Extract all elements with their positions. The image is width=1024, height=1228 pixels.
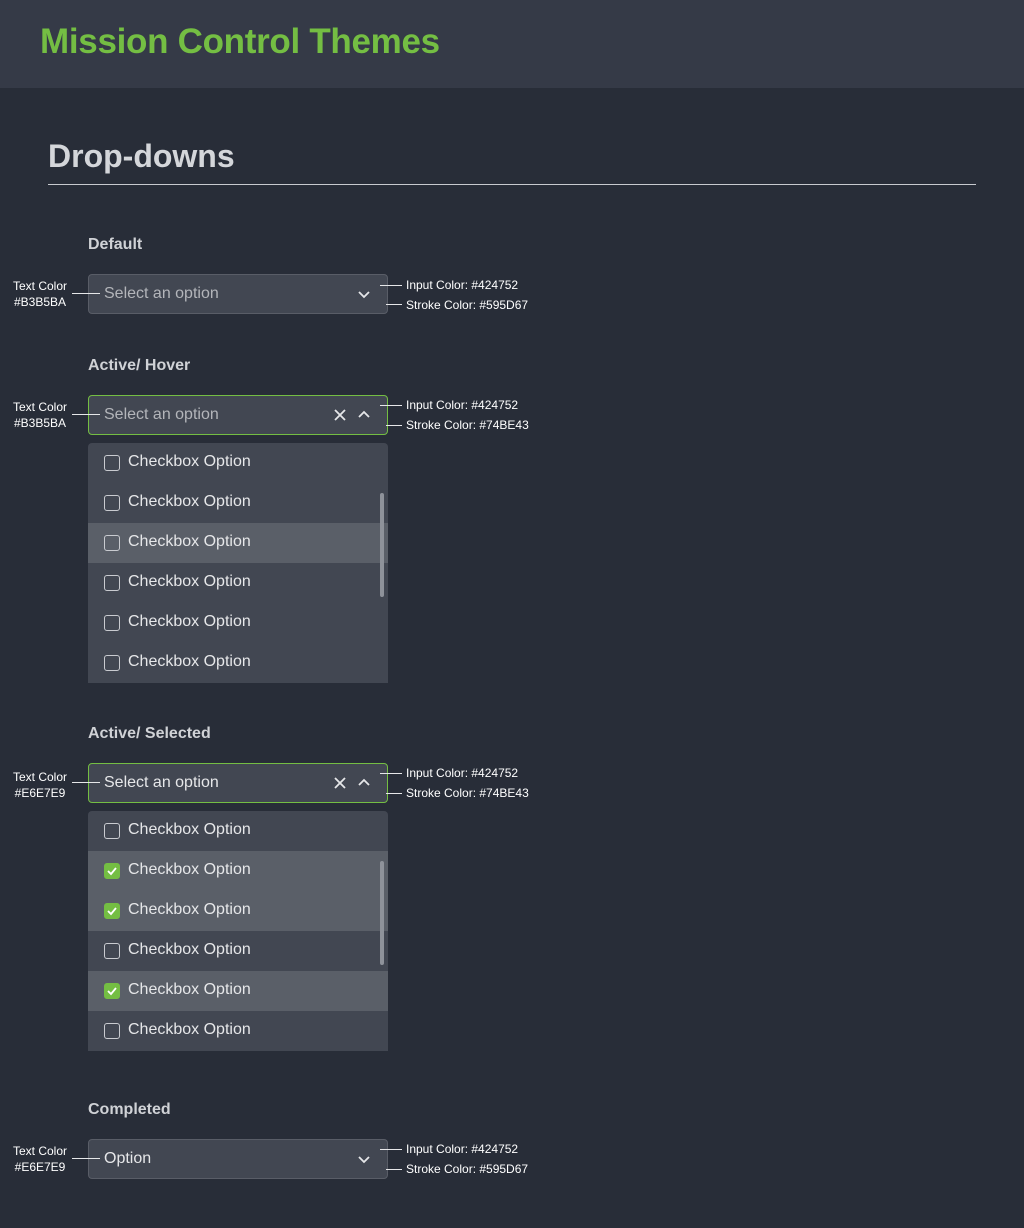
input-color-annotation: Input Color: #424752 (406, 1142, 519, 1156)
checkbox[interactable] (104, 1023, 120, 1039)
checkbox-option[interactable]: Checkbox Option (88, 443, 388, 483)
annotation-label: Text Color (12, 400, 68, 414)
annotation-label: Text Color (12, 279, 68, 293)
checkbox-option[interactable]: Checkbox Option (88, 1011, 388, 1051)
checkbox-option[interactable]: Checkbox Option (88, 603, 388, 643)
leader-line (72, 1158, 100, 1159)
checkbox-option-selected[interactable]: Checkbox Option (88, 891, 388, 931)
dropdown-default[interactable]: Select an option (88, 274, 388, 314)
close-icon[interactable] (333, 408, 347, 422)
close-icon[interactable] (333, 776, 347, 790)
check-icon (107, 987, 117, 996)
checkbox[interactable] (104, 823, 120, 839)
checkbox[interactable] (104, 575, 120, 591)
checkbox-option[interactable]: Checkbox Option (88, 483, 388, 523)
checkbox-option[interactable]: Checkbox Option (88, 643, 388, 683)
checkbox-option-hovered[interactable]: Checkbox Option (88, 523, 388, 563)
leader-line (380, 285, 402, 286)
leader-line (72, 293, 100, 294)
option-label: Checkbox Option (128, 493, 251, 510)
section-title: Drop-downs (48, 138, 235, 174)
text-color-annotation: Text Color #B3B5BA (5, 278, 75, 310)
option-label: Checkbox Option (128, 901, 251, 918)
checkbox[interactable] (104, 655, 120, 671)
scrollbar[interactable] (380, 493, 384, 597)
dropdown-completed[interactable]: Option (88, 1139, 388, 1179)
checkbox-option[interactable]: Checkbox Option (88, 563, 388, 603)
chevron-up-icon[interactable] (357, 776, 371, 790)
option-label: Checkbox Option (128, 573, 251, 590)
checkbox-option[interactable]: Checkbox Option (88, 811, 388, 851)
annotation-value: #E6E7E9 (14, 786, 66, 800)
option-label: Checkbox Option (128, 941, 251, 958)
chevron-down-icon[interactable] (357, 1152, 371, 1166)
leader-line (386, 793, 402, 794)
checkbox-option[interactable]: Checkbox Option (88, 931, 388, 971)
leader-line (386, 425, 402, 426)
input-color-annotation: Input Color: #424752 (406, 398, 519, 412)
state-label-completed: Completed (88, 1101, 171, 1118)
checkbox[interactable] (104, 615, 120, 631)
leader-line (72, 782, 100, 783)
input-color-annotation: Input Color: #424752 (406, 766, 519, 780)
stroke-color-annotation: Stroke Color: #74BE43 (406, 786, 529, 800)
dropdown-placeholder: Select an option (104, 774, 219, 791)
dropdown-menu-hover: Checkbox Option Checkbox Option Checkbox… (88, 443, 388, 683)
option-label: Checkbox Option (128, 453, 251, 470)
stroke-color-annotation: Stroke Color: #595D67 (406, 1162, 529, 1176)
check-icon (107, 907, 117, 916)
state-label-default: Default (88, 236, 143, 253)
leader-line (72, 414, 100, 415)
leader-line (380, 1149, 402, 1150)
leader-line (380, 405, 402, 406)
dropdown-value: Option (104, 1150, 152, 1167)
input-color-annotation: Input Color: #424752 (406, 278, 519, 292)
chevron-up-icon[interactable] (357, 408, 371, 422)
leader-line (380, 773, 402, 774)
checkbox-checked[interactable] (104, 863, 120, 879)
annotation-value: #E6E7E9 (14, 1160, 66, 1174)
checkbox-option-selected[interactable]: Checkbox Option (88, 971, 388, 1011)
app-header: Mission Control Themes (0, 0, 1024, 88)
state-label-selected: Active/ Selected (88, 725, 211, 742)
checkbox[interactable] (104, 943, 120, 959)
dropdown-selected[interactable]: Select an option (88, 763, 388, 803)
state-label-hover: Active/ Hover (88, 357, 191, 374)
checkbox-option-selected[interactable]: Checkbox Option (88, 851, 388, 891)
checkbox[interactable] (104, 495, 120, 511)
leader-line (386, 1169, 402, 1170)
option-label: Checkbox Option (128, 821, 251, 838)
dropdown-hover[interactable]: Select an option (88, 395, 388, 435)
option-label: Checkbox Option (128, 653, 251, 670)
annotation-value: #B3B5BA (13, 295, 67, 309)
stroke-color-annotation: Stroke Color: #595D67 (406, 298, 529, 312)
annotation-value: #B3B5BA (13, 416, 67, 430)
checkbox-checked[interactable] (104, 903, 120, 919)
dropdown-placeholder: Select an option (104, 285, 219, 302)
option-label: Checkbox Option (128, 861, 251, 878)
checkbox[interactable] (104, 455, 120, 471)
annotation-label: Text Color (12, 770, 68, 784)
option-label: Checkbox Option (128, 613, 251, 630)
text-color-annotation: Text Color #E6E7E9 (5, 1143, 75, 1175)
text-color-annotation: Text Color #B3B5BA (5, 399, 75, 431)
checkbox[interactable] (104, 535, 120, 551)
chevron-down-icon[interactable] (357, 287, 371, 301)
annotation-label: Text Color (12, 1144, 68, 1158)
option-label: Checkbox Option (128, 1021, 251, 1038)
check-icon (107, 867, 117, 876)
option-label: Checkbox Option (128, 981, 251, 998)
dropdown-placeholder: Select an option (104, 406, 219, 423)
leader-line (386, 304, 402, 305)
option-label: Checkbox Option (128, 533, 251, 550)
app-title: Mission Control Themes (40, 22, 440, 61)
section-divider (48, 184, 976, 185)
checkbox-checked[interactable] (104, 983, 120, 999)
text-color-annotation: Text Color #E6E7E9 (5, 769, 75, 801)
scrollbar[interactable] (380, 861, 384, 965)
dropdown-menu-selected: Checkbox Option Checkbox Option Checkbox… (88, 811, 388, 1051)
stroke-color-annotation: Stroke Color: #74BE43 (406, 418, 529, 432)
